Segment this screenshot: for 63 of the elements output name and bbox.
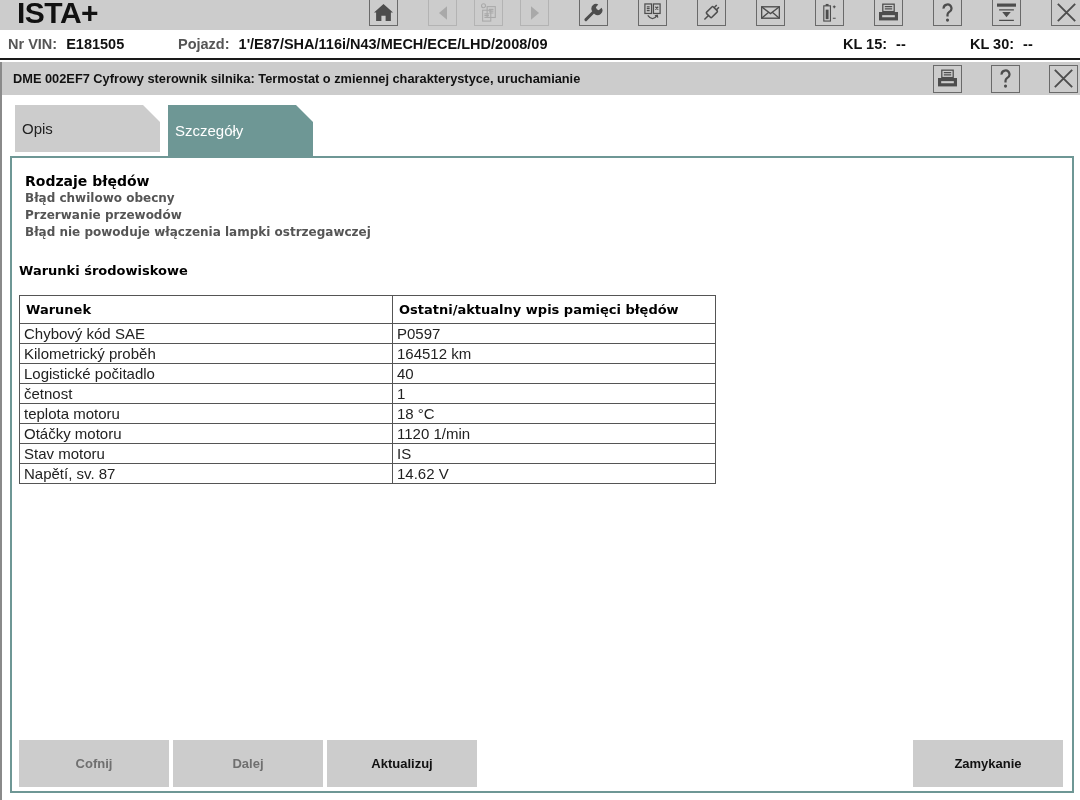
- table-cell: 1: [392, 383, 716, 404]
- app-title: ISTA+: [17, 0, 99, 26]
- table-cell: IS: [392, 443, 716, 464]
- help-button[interactable]: [991, 64, 1020, 93]
- close-icon: [1056, 3, 1076, 22]
- table-cell: Chybový kód SAE: [19, 323, 393, 344]
- table-cell: Napětí, sv. 87: [19, 463, 393, 484]
- print-button[interactable]: [874, 0, 903, 26]
- section-heading: Warunki środowiskowe: [19, 262, 189, 280]
- table-cell: Otáčky motoru: [19, 423, 393, 444]
- left-arrow-icon: [438, 5, 447, 20]
- battery-icon: [820, 3, 839, 22]
- envelope-icon: [761, 3, 780, 22]
- action-button[interactable]: Aktualizuj: [327, 740, 477, 787]
- field-label: Pojazd:: [178, 36, 230, 52]
- terminal-label: KL 15:: [843, 36, 888, 52]
- dialog-title: DME 002EF7 Cyfrowy sterownik silnika: Termostat o zmiennej charakterystyce, uruchamianie: [13, 71, 581, 86]
- right-arrow-icon: [530, 5, 539, 20]
- column-header: Warunek: [19, 295, 393, 324]
- messages-button[interactable]: [756, 0, 785, 26]
- fault-type-text: Błąd nie powoduje włączenia lampki ostrzegawczej: [25, 224, 372, 241]
- fault-type-text: Przerwanie przewodów: [25, 207, 183, 224]
- close-button[interactable]: [1049, 64, 1078, 93]
- terminal-value: --: [1023, 36, 1033, 52]
- close-button[interactable]: [1051, 0, 1080, 26]
- panel-button[interactable]: [992, 0, 1021, 26]
- terminal-label: KL 30:: [970, 36, 1015, 52]
- field-value: E181505: [66, 36, 125, 52]
- printer-icon: [879, 3, 898, 22]
- terminal-value: --: [896, 36, 906, 52]
- documents-icon: [479, 3, 498, 22]
- exchange-button[interactable]: [638, 0, 667, 26]
- help-button[interactable]: [933, 0, 962, 26]
- exchange-icon: [643, 3, 662, 22]
- table-cell: P0597: [392, 323, 716, 344]
- tab[interactable]: Opis: [15, 105, 160, 152]
- table-cell: teplota motoru: [19, 403, 393, 424]
- table-cell: 18 °C: [392, 403, 716, 424]
- panel-down-icon: [997, 3, 1016, 22]
- wrench-icon: [584, 3, 603, 22]
- field-value: 1'/E87/SHA/116i/N43/MECH/ECE/LHD/2008/09: [238, 36, 548, 52]
- house-icon: [374, 3, 393, 22]
- service-button[interactable]: [579, 0, 608, 26]
- table-cell: 1120 1/min: [392, 423, 716, 444]
- fault-type-text: Błąd chwilowo obecny: [25, 190, 176, 207]
- table-cell: Logistické počitadlo: [19, 363, 393, 384]
- printer-icon: [938, 69, 957, 88]
- table-cell: Kilometrický proběh: [19, 343, 393, 364]
- battery-button[interactable]: [815, 0, 844, 26]
- field-label: Nr VIN:: [8, 36, 58, 52]
- print-button[interactable]: [933, 64, 962, 93]
- plug-icon: [702, 3, 721, 22]
- close-icon: [1054, 69, 1073, 88]
- table-cell: Stav motoru: [19, 443, 393, 464]
- table-cell: 14.62 V: [392, 463, 716, 484]
- table-cell: četnost: [19, 383, 393, 404]
- home-button[interactable]: [369, 0, 398, 26]
- table-cell: 164512 km: [392, 343, 716, 364]
- close-dialog-button[interactable]: Zamykanie: [913, 740, 1063, 787]
- table-cell: 40: [392, 363, 716, 384]
- column-header: Ostatni/aktualny wpis pamięci błędów: [392, 295, 716, 324]
- connection-button[interactable]: [697, 0, 726, 26]
- section-heading: Rodzaje błędów: [25, 172, 151, 190]
